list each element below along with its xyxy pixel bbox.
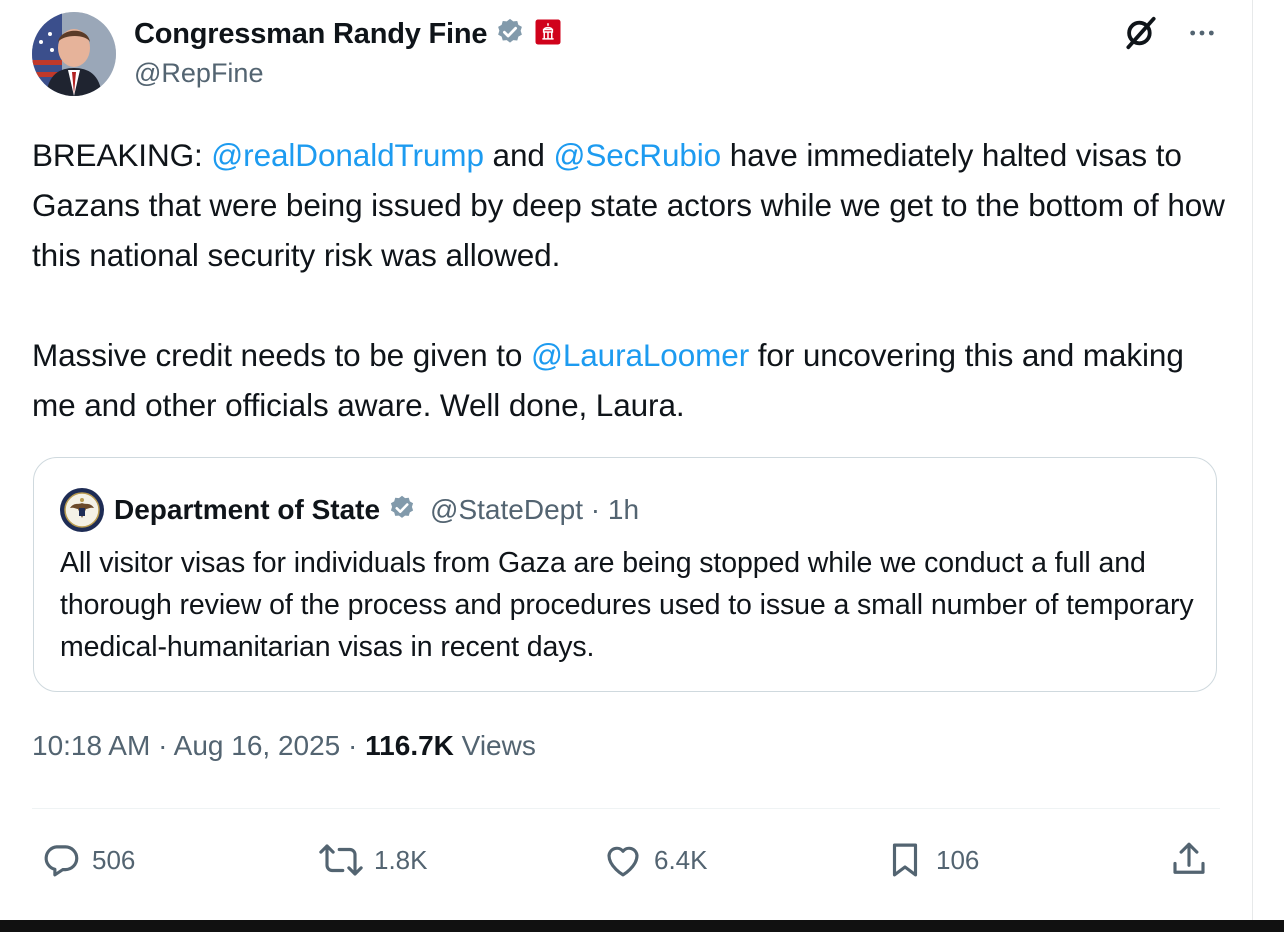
reply-icon xyxy=(40,839,82,881)
share-icon xyxy=(1168,839,1210,881)
share-button[interactable] xyxy=(1168,836,1210,884)
tweet-paragraph-2: Massive credit needs to be given to @Lau… xyxy=(32,330,1232,430)
quoted-handle[interactable]: @StateDept xyxy=(430,494,583,525)
views-count[interactable]: 116.7K xyxy=(365,730,454,761)
grok-icon[interactable] xyxy=(1122,14,1160,57)
verified-badge-icon[interactable] xyxy=(388,494,416,527)
like-count: 6.4K xyxy=(654,844,708,875)
text-segment: and xyxy=(483,137,554,173)
separator-dot: · xyxy=(150,730,174,761)
tweet-text: BREAKING: @realDonaldTrump and @SecRubio… xyxy=(32,130,1232,430)
quoted-tweet-card[interactable]: Department of State @StateDept · 1h All … xyxy=(33,457,1217,692)
text-segment: Massive credit needs to be given to xyxy=(32,337,531,373)
author-handle[interactable]: @RepFine xyxy=(134,58,263,89)
mention-link[interactable]: @LauraLoomer xyxy=(531,337,749,373)
more-options-icon[interactable] xyxy=(1186,17,1218,54)
tweet-action-bar: 506 1.8K 6.4K 106 xyxy=(32,836,1220,884)
tweet-paragraph-1: BREAKING: @realDonaldTrump and @SecRubio… xyxy=(32,130,1232,280)
tweet-meta: 10:18 AM · Aug 16, 2025 · 116.7K Views xyxy=(32,730,536,762)
quoted-tweet-text: All visitor visas for individuals from G… xyxy=(60,547,1194,663)
author-display-name[interactable]: Congressman Randy Fine xyxy=(134,18,488,51)
column-border xyxy=(1252,0,1253,920)
quoted-handle-time: @StateDept · 1h xyxy=(430,494,639,526)
author-name-row: Congressman Randy Fine xyxy=(134,14,563,54)
verified-badge-icon[interactable] xyxy=(495,17,525,52)
repost-button[interactable]: 1.8K xyxy=(318,836,428,884)
tweet-time[interactable]: 10:18 AM xyxy=(32,730,150,761)
tweet-date[interactable]: Aug 16, 2025 xyxy=(174,730,341,761)
quoted-display-name[interactable]: Department of State xyxy=(114,494,380,526)
state-dept-seal-icon[interactable] xyxy=(60,488,104,532)
author-avatar[interactable] xyxy=(32,12,116,96)
tweet-top-actions xyxy=(1122,14,1218,57)
divider xyxy=(32,808,1220,809)
reply-count: 506 xyxy=(92,844,136,875)
quoted-tweet-header: Department of State @StateDept · 1h xyxy=(60,488,639,532)
views-label: Views xyxy=(453,730,536,761)
heart-icon xyxy=(602,839,644,881)
separator-dot: · xyxy=(590,494,601,525)
bookmark-button[interactable]: 106 xyxy=(884,836,979,884)
text-segment: BREAKING: xyxy=(32,137,212,173)
quoted-time[interactable]: 1h xyxy=(608,494,639,525)
screen-bottom-edge xyxy=(0,920,1284,932)
separator-dot: · xyxy=(340,730,366,761)
bookmark-count: 106 xyxy=(936,844,980,875)
bookmark-icon xyxy=(884,839,926,881)
repost-count: 1.8K xyxy=(374,844,428,875)
reply-button[interactable]: 506 xyxy=(40,836,135,884)
capitol-badge-icon[interactable] xyxy=(533,17,563,52)
repost-icon xyxy=(318,839,364,881)
mention-link[interactable]: @realDonaldTrump xyxy=(211,137,484,173)
mention-link[interactable]: @SecRubio xyxy=(553,137,721,173)
like-button[interactable]: 6.4K xyxy=(602,836,708,884)
